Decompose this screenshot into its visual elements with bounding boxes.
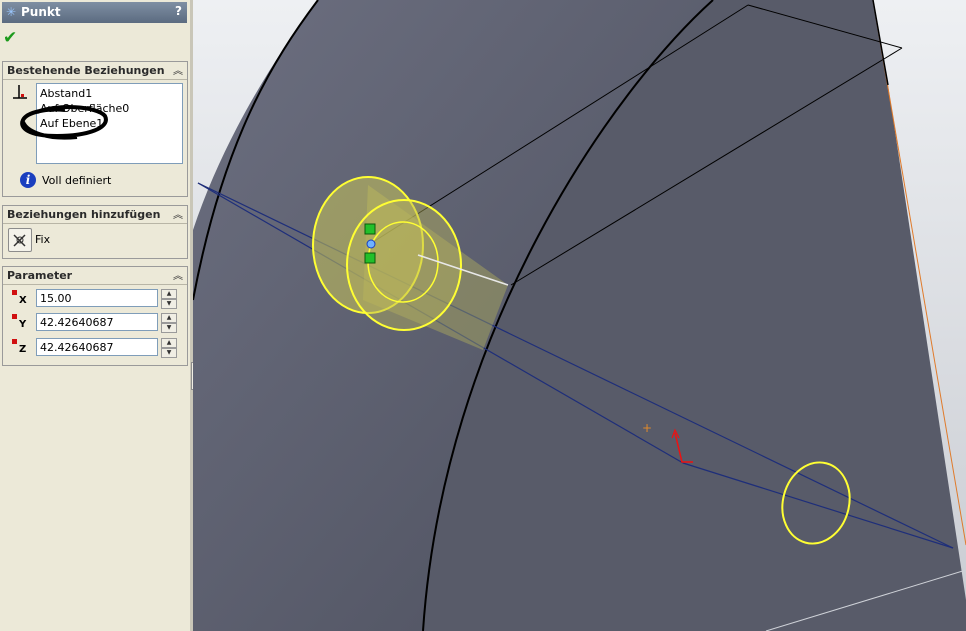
list-item[interactable]: Abstand1 xyxy=(40,87,92,100)
x-axis-icon: X xyxy=(12,290,28,308)
collapse-icon[interactable]: ︽ xyxy=(173,267,183,282)
collapse-icon[interactable]: ︽ xyxy=(173,206,183,221)
x-spinner[interactable]: ▲ ▼ xyxy=(161,289,177,309)
z-spinner[interactable]: ▲ ▼ xyxy=(161,338,177,358)
param-row-x: X ▲▼ xyxy=(3,289,187,311)
green-marker-top[interactable] xyxy=(364,223,376,235)
fix-icon xyxy=(13,234,26,247)
y-axis-icon: Y xyxy=(12,314,28,332)
existing-relations-group: Bestehende Beziehungen ︽ Abstand1 Auf Ob… xyxy=(2,61,188,197)
fix-button[interactable] xyxy=(8,228,32,252)
z-axis-icon: Z xyxy=(12,339,28,357)
boss-face-circle xyxy=(346,199,462,331)
parameters-title: Parameter xyxy=(7,269,73,282)
relations-icon xyxy=(13,85,27,99)
add-relations-header[interactable]: Beziehungen hinzufügen ︽ xyxy=(3,206,187,224)
add-relations-title: Beziehungen hinzufügen xyxy=(7,208,161,221)
ok-check-icon[interactable]: ✔ xyxy=(3,28,17,48)
info-icon: i xyxy=(20,172,36,188)
point-icon: ✳ xyxy=(6,5,17,19)
collapse-icon[interactable]: ︽ xyxy=(173,62,183,77)
z-coordinate-input[interactable] xyxy=(36,338,158,356)
y-spinner[interactable]: ▲ ▼ xyxy=(161,313,177,333)
panel-title: Punkt xyxy=(21,5,61,19)
panel-title-bar: ✳ Punkt ? xyxy=(2,2,187,23)
parameters-group: Parameter ︽ X ▲▼ Y ▲▼ Z ▲▼ xyxy=(2,266,188,366)
property-manager-panel: ✳ Punkt ? ✔ Bestehende Beziehungen ︽ Abs… xyxy=(0,0,191,631)
help-button[interactable]: ? xyxy=(175,4,182,18)
parameters-header[interactable]: Parameter ︽ xyxy=(3,267,187,285)
param-row-z: Z ▲▼ xyxy=(3,338,187,360)
y-coordinate-input[interactable] xyxy=(36,313,158,331)
param-row-y: Y ▲▼ xyxy=(3,313,187,335)
fix-label: Fix xyxy=(35,233,51,246)
add-relations-group: Beziehungen hinzufügen ︽ Fix xyxy=(2,205,188,259)
existing-relations-header[interactable]: Bestehende Beziehungen ︽ xyxy=(3,62,187,80)
graphics-viewport[interactable]: + xyxy=(193,0,966,631)
origin-marker-icon: + xyxy=(642,421,652,435)
status-text: Voll definiert xyxy=(42,174,112,187)
existing-relations-title: Bestehende Beziehungen xyxy=(7,64,165,77)
selected-point[interactable] xyxy=(366,239,376,249)
green-marker-bottom[interactable] xyxy=(364,252,376,264)
x-coordinate-input[interactable] xyxy=(36,289,158,307)
scribble-mark xyxy=(20,105,108,140)
